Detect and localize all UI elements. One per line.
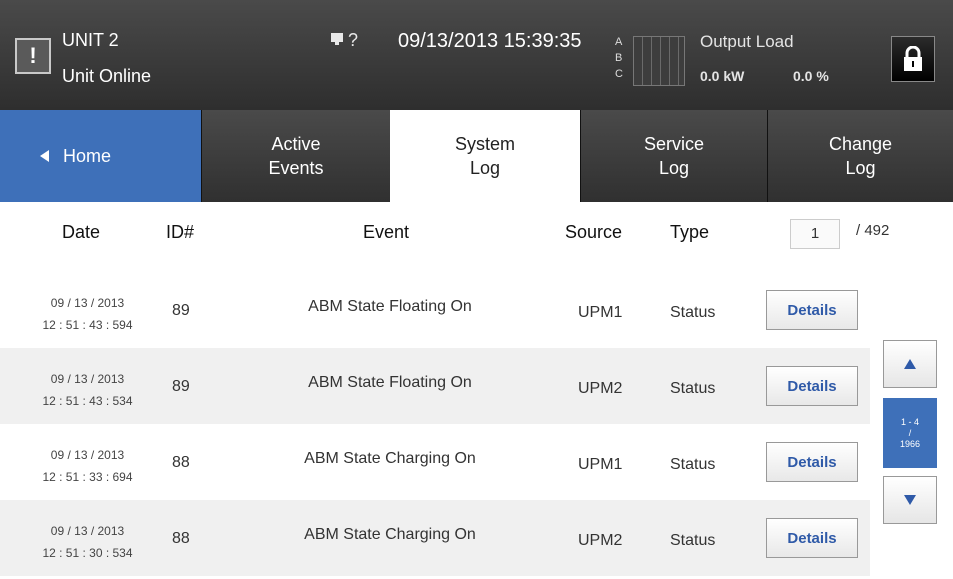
row-event: ABM State Charging On [304,526,476,543]
left-arrow-icon [40,150,49,162]
down-arrow-icon [904,495,916,505]
tab-label: Log [469,158,501,178]
lock-icon [904,46,922,71]
tab-change-log[interactable]: Change Log [767,110,953,202]
home-button[interactable]: Home [0,110,201,202]
row-source: UPM1 [578,456,623,473]
row-id: 89 [172,302,190,319]
column-header-type: Type [670,222,710,242]
row-type: Status [670,380,716,397]
row-date: 09 / 13 / 2013 [50,296,125,310]
alarm-icon: ! [29,43,37,68]
details-button[interactable]: Details [766,366,858,406]
row-date: 09 / 13 / 2013 [50,372,125,386]
table-row: 09 / 13 / 2013 12 : 51 : 33 : 694 88 ABM … [0,424,870,500]
display-icon [331,33,343,45]
up-arrow-icon [904,359,916,369]
scroll-separator: / [908,427,912,438]
row-event: ABM State Floating On [308,298,472,315]
row-type: Status [670,532,716,549]
status-bar: ! UNIT 2 Unit Online ? 09/13/2013 15:39:… [0,0,953,111]
tab-label: Service [643,134,705,154]
system-datetime: 09/13/2013 15:39:35 [398,30,582,52]
alarm-button[interactable]: ! [15,38,51,74]
tab-system-log[interactable]: System Log [390,110,580,202]
phase-label-c: C [615,68,623,80]
row-time: 12 : 51 : 43 : 594 [42,318,133,332]
row-timestamp: 09 / 13 / 2013 12 : 51 : 30 : 534 [30,520,145,564]
scroll-total: 1966 [899,438,921,449]
page-number-input[interactable]: 1 [790,219,840,249]
details-button[interactable]: Details [766,442,858,482]
table-header: Date ID# Event Source Type 1 / 492 [0,202,953,262]
scroll-position-indicator: 1 - 4 / 1966 [883,398,937,468]
column-header-source: Source [565,222,623,242]
row-timestamp: 09 / 13 / 2013 12 : 51 : 43 : 594 [30,292,145,336]
details-button[interactable]: Details [766,518,858,558]
row-id: 88 [172,454,190,471]
table-row: 09 / 13 / 2013 12 : 51 : 43 : 594 89 ABM … [0,272,870,348]
help-label: ? [348,30,359,50]
row-timestamp: 09 / 13 / 2013 12 : 51 : 43 : 534 [30,368,145,412]
row-event: ABM State Charging On [304,450,476,467]
tab-label: Change [828,134,893,154]
row-date: 09 / 13 / 2013 [50,448,125,462]
column-header-date: Date [62,222,101,242]
home-label: Home [63,146,112,166]
scroll-range: 1 - 4 [900,416,919,427]
row-source: UPM2 [578,532,623,549]
row-type: Status [670,456,716,473]
table-row: 09 / 13 / 2013 12 : 51 : 43 : 534 89 ABM … [0,348,870,424]
output-load-title: Output Load [700,32,794,51]
column-header-id: ID# [166,222,195,242]
tab-label: Log [658,158,690,178]
tab-service-log[interactable]: Service Log [580,110,767,202]
row-time: 12 : 51 : 33 : 694 [42,470,133,484]
row-timestamp: 09 / 13 / 2013 12 : 51 : 33 : 694 [30,444,145,488]
output-load-kw: 0.0 kW [700,68,745,84]
tab-label: Events [268,158,324,178]
row-time: 12 : 51 : 43 : 534 [42,394,133,408]
tab-label: Log [845,158,876,178]
phase-load-bars [633,36,685,86]
tab-active-events[interactable]: Active Events [201,110,390,202]
row-id: 89 [172,378,190,395]
unit-name: UNIT 2 [62,30,119,50]
details-button[interactable]: Details [766,290,858,330]
row-time: 12 : 51 : 30 : 534 [42,546,133,560]
lock-button[interactable] [891,36,935,82]
tab-label: System [454,134,515,154]
row-source: UPM1 [578,304,623,321]
row-event: ABM State Floating On [308,374,472,391]
tab-bar: Home Active Events System Log Service Log C… [0,110,953,202]
tab-label: Active [271,134,321,154]
scroll-down-button[interactable] [883,476,937,524]
help-display-icon[interactable]: ? [330,30,358,51]
column-header-event: Event [363,222,410,242]
row-type: Status [670,304,716,321]
row-source: UPM2 [578,380,623,397]
row-date: 09 / 13 / 2013 [50,524,125,538]
table-row: 09 / 13 / 2013 12 : 51 : 30 : 534 88 ABM … [0,500,870,576]
page-total: / 492 [856,222,890,239]
output-load-percent: 0.0 % [793,68,829,84]
scroll-up-button[interactable] [883,340,937,388]
unit-status: Unit Online [62,66,152,86]
phase-label-a: A [615,36,623,48]
phase-label-b: B [615,52,623,64]
row-id: 88 [172,530,190,547]
